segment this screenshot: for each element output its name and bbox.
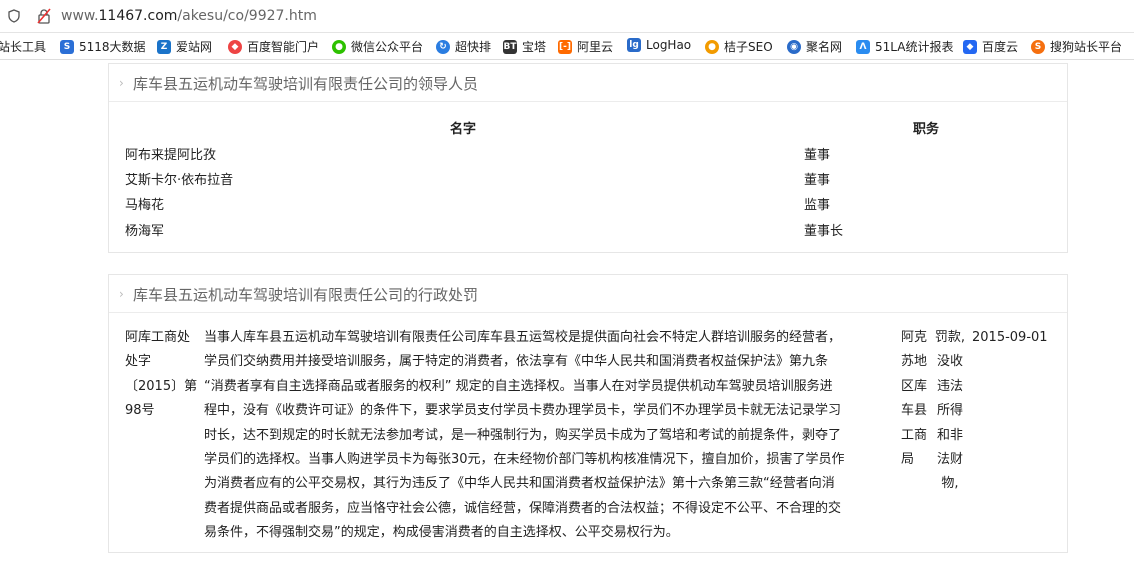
bookmark-label: 阿里云 bbox=[577, 40, 614, 54]
chevron-right-icon: › bbox=[119, 287, 124, 301]
doc-number-line: 阿库工商处 bbox=[125, 330, 191, 345]
content-line: 易条件，不得强制交易”的规定，构成侵害消费者的自主选择权、公平交易权行为。 bbox=[204, 525, 679, 541]
column-header-role: 职务 bbox=[913, 122, 940, 137]
chevron-right-icon: › bbox=[119, 76, 124, 90]
content-line: 程中，没有《收费许可证》的条件下，要求学员支付学员卡费办理学员卡，学员们不办理学… bbox=[204, 403, 842, 419]
bookmark-item[interactable]: ◆ 百度云 bbox=[963, 38, 1018, 55]
content-line: 时长，达不到规定的时长就无法参加考试，是一种强制行为，购买学员卡成为了驾培和考试… bbox=[204, 427, 842, 443]
authority-line: 局 bbox=[901, 452, 915, 468]
baiduyun-icon: ◆ bbox=[963, 39, 977, 54]
bookmarks-bar: 站长工具 S 5118大数据 Z 爱站网 ◆ 百度智能门户 ● 微信公众平台 ↻ 超快排 … bbox=[0, 33, 1134, 60]
content-line: 当事人库车县五运机动车驾驶培训有限责任公司库车县五运驾校是提供面向社会不特定人群… bbox=[204, 330, 842, 345]
penalty-doc-number: 阿库工商处 处字 〔2015〕第 98号 bbox=[125, 326, 205, 424]
authority-line: 车县 bbox=[901, 403, 928, 419]
wechat-icon: ● bbox=[332, 39, 346, 54]
content-line: 学员们的选择权。当事人购进学员卡为每张30元，在未经物价部门等机构核准情况下，擅… bbox=[204, 452, 845, 468]
bookmark-item[interactable]: S 5118大数据 bbox=[60, 38, 146, 55]
penalty-title: 库车县五运机动车驾驶培训有限责任公司的行政处罚 bbox=[133, 286, 479, 304]
content-line: 为消费者应有的公平交易权，其行为违反了《中华人民共和国消费者权益保护法》第十六条… bbox=[204, 476, 835, 492]
bookmark-label: 爱站网 bbox=[176, 40, 213, 54]
bookmark-item[interactable]: BT 宝塔 bbox=[503, 38, 546, 55]
bookmark-label: 百度智能门户 bbox=[247, 40, 320, 54]
sogou-icon: S bbox=[1031, 39, 1045, 54]
result-line: 法财 bbox=[936, 452, 963, 468]
authority-line: 阿克 bbox=[901, 330, 928, 345]
leader-name: 杨海军 bbox=[125, 224, 165, 239]
bookmark-label: 搜狗站长平台 bbox=[1050, 40, 1123, 54]
bookmark-item[interactable]: Z 爱站网 bbox=[157, 38, 212, 55]
bookmark-label: 宝塔 bbox=[522, 40, 547, 54]
url-prefix: www. bbox=[61, 8, 99, 24]
content-line: 学员们交纳费用并接受培训服务，属于特定的消费者，依法享有《中华人民共和国消费者权… bbox=[204, 354, 829, 370]
doc-number-line: 98号 bbox=[125, 403, 155, 419]
baidu-portal-icon: ◆ bbox=[228, 39, 242, 54]
leader-name: 马梅花 bbox=[125, 198, 165, 213]
penalty-result: 罚款, 没收 违法 所得 和非 法财 物, bbox=[932, 326, 968, 497]
bookmark-label: 聚名网 bbox=[806, 40, 843, 54]
url-text[interactable]: www.11467.com/akesu/co/9927.htm bbox=[61, 8, 317, 24]
juming-icon: ◉ bbox=[787, 39, 801, 54]
penalty-panel-header: › 库车县五运机动车驾驶培训有限责任公司的行政处罚 bbox=[109, 275, 1067, 313]
leaders-panel: › 库车县五运机动车驾驶培训有限责任公司的领导人员 名字 职务 阿布来提阿比孜 … bbox=[108, 63, 1068, 253]
penalty-date: 2015-09-01 bbox=[972, 330, 1048, 345]
leader-role: 董事 bbox=[804, 148, 831, 163]
bookmark-label: 站长工具 bbox=[0, 40, 47, 54]
bookmark-item[interactable]: 站长工具 bbox=[0, 38, 46, 55]
leaders-panel-header: › 库车县五运机动车驾驶培训有限责任公司的领导人员 bbox=[109, 64, 1067, 102]
bookmark-label: 微信公众平台 bbox=[351, 40, 424, 54]
leader-name: 艾斯卡尔·依布拉音 bbox=[125, 173, 234, 188]
result-line: 物, bbox=[941, 476, 959, 492]
authority-line: 区库 bbox=[901, 378, 928, 394]
bookmark-item[interactable]: S 搜狗站长平台 bbox=[1031, 38, 1122, 55]
result-line: 违法 bbox=[936, 378, 963, 394]
penalty-authority: 阿克 苏地 区库 车县 工商 局 bbox=[901, 326, 931, 472]
authority-line: 工商 bbox=[901, 427, 928, 443]
url-domain: 11467.com bbox=[98, 8, 178, 24]
bookmark-item[interactable]: lg LogHao bbox=[627, 38, 691, 52]
url-path: /akesu/co/9927.htm bbox=[177, 8, 317, 24]
bookmark-label: 超快排 bbox=[455, 40, 492, 54]
bookmark-item[interactable]: ● 桔子SEO bbox=[705, 38, 773, 55]
51la-icon: Λ bbox=[856, 39, 870, 54]
penalty-panel: › 库车县五运机动车驾驶培训有限责任公司的行政处罚 阿库工商处 处字 〔2015… bbox=[108, 274, 1068, 553]
result-line: 所得 bbox=[936, 403, 963, 419]
bookmark-label: 百度云 bbox=[982, 40, 1019, 54]
leaders-title: 库车县五运机动车驾驶培训有限责任公司的领导人员 bbox=[133, 75, 479, 93]
bookmark-label: 桔子SEO bbox=[724, 40, 773, 54]
result-line: 和非 bbox=[936, 427, 963, 443]
bookmark-label: LogHao bbox=[646, 38, 692, 52]
leader-role: 监事 bbox=[804, 198, 831, 213]
5118-icon: S bbox=[60, 39, 74, 54]
bookmark-label: 51LA统计报表 bbox=[875, 40, 954, 54]
content-line: 费者提供商品或者服务，应当恪守社会公德，诚信经营，保障消费者的合法权益；不得设定… bbox=[204, 500, 842, 516]
shield-icon[interactable] bbox=[8, 9, 20, 23]
address-bar[interactable]: www.11467.com/akesu/co/9927.htm bbox=[0, 0, 1134, 33]
content-line: “消费者享有自主选择商品或者服务的权利” 规定的自主选择权。当事人在对学员提供机… bbox=[204, 378, 833, 394]
loghao-icon: lg bbox=[627, 38, 641, 52]
authority-line: 苏地 bbox=[901, 354, 928, 370]
doc-number-line: 〔2015〕第 bbox=[125, 378, 198, 394]
penalty-content: 当事人库车县五运机动车驾驶培训有限责任公司库车县五运驾校是提供面向社会不特定人群… bbox=[204, 326, 904, 546]
leader-name: 阿布来提阿比孜 bbox=[125, 148, 217, 163]
bookmark-item[interactable]: ◉ 聚名网 bbox=[787, 38, 842, 55]
juzi-icon: ● bbox=[705, 39, 719, 54]
result-line: 罚款, bbox=[934, 330, 966, 345]
insecure-lock-icon[interactable] bbox=[36, 8, 52, 24]
bt-icon: BT bbox=[503, 39, 517, 54]
aizhan-icon: Z bbox=[157, 39, 171, 54]
bookmark-item[interactable]: ● 微信公众平台 bbox=[332, 38, 423, 55]
result-line: 没收 bbox=[936, 354, 963, 370]
bookmark-item[interactable]: Λ 51LA统计报表 bbox=[856, 38, 953, 55]
bookmark-item[interactable]: [-] 阿里云 bbox=[558, 38, 613, 55]
doc-number-line: 处字 bbox=[125, 354, 152, 370]
column-header-name: 名字 bbox=[450, 122, 477, 137]
leader-role: 董事长 bbox=[804, 224, 844, 239]
bookmark-item[interactable]: ↻ 超快排 bbox=[436, 38, 491, 55]
bookmark-label: 5118大数据 bbox=[79, 40, 146, 54]
leader-role: 董事 bbox=[804, 173, 831, 188]
chaokuaipai-icon: ↻ bbox=[436, 39, 450, 54]
bookmark-item[interactable]: ◆ 百度智能门户 bbox=[228, 38, 319, 55]
aliyun-icon: [-] bbox=[558, 39, 572, 54]
